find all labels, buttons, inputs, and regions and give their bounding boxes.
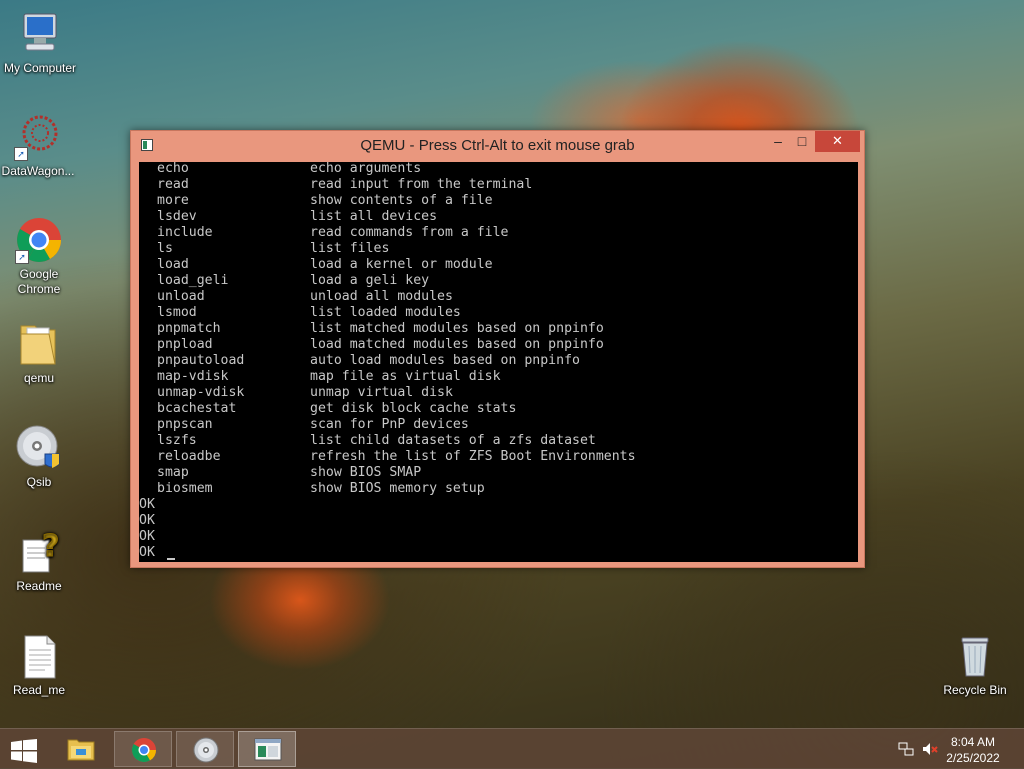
desktop-icon-label: qemu — [23, 371, 55, 385]
command-name: pnpmatch — [157, 321, 221, 336]
taskbar: 8:04 AM 2/25/2022 — [0, 728, 1024, 769]
recycle-bin-icon — [951, 632, 999, 680]
command-name: pnpscan — [157, 417, 213, 432]
desktop-icon-label: Recycle Bin — [943, 683, 1007, 697]
desktop-icon-qemu[interactable]: qemu — [0, 320, 79, 386]
network-glyph-icon — [898, 742, 914, 756]
network-icon[interactable] — [898, 741, 914, 757]
speaker-muted-glyph-icon — [923, 743, 938, 755]
command-description: unmap virtual disk — [310, 385, 453, 400]
command-description: refresh the list of ZFS Boot Environment… — [310, 449, 636, 464]
disc-icon — [15, 424, 63, 472]
datawagon-icon: ➚ — [14, 113, 62, 161]
desktop-icon-read-me[interactable]: Read_me — [0, 632, 79, 698]
svg-text:?: ? — [42, 529, 59, 564]
desktop-icon-label: Qsib — [26, 475, 52, 489]
taskbar-qemu[interactable] — [238, 731, 296, 767]
command-description: load a kernel or module — [310, 257, 493, 272]
ok-text: OK — [139, 529, 155, 544]
desktop-icon-label: DataWagon... — [1, 164, 75, 178]
command-description: read input from the terminal — [310, 177, 533, 192]
qemu-icon — [254, 738, 282, 761]
ok-text: OK — [139, 497, 155, 512]
command-name: include — [157, 225, 213, 240]
command-description: map file as virtual disk — [310, 369, 501, 384]
chrome-icon — [131, 738, 156, 763]
command-name: pnpload — [157, 337, 213, 352]
desktop-icon-label: Readme — [16, 579, 62, 593]
command-description: read commands from a file — [310, 225, 509, 240]
clock-time: 8:04 AM — [950, 735, 996, 749]
shortcut-arrow-icon: ➚ — [15, 250, 29, 264]
start-button[interactable] — [0, 731, 50, 767]
title-bar[interactable]: QEMU - Press Ctrl-Alt to exit mouse grab… — [131, 131, 864, 161]
command-description: list matched modules based on pnpinfo — [310, 321, 604, 336]
command-name: map-vdisk — [157, 369, 229, 384]
volume-muted-icon[interactable] — [922, 741, 938, 757]
command-description: list all devices — [310, 209, 438, 224]
folder-icon — [15, 320, 63, 368]
command-description: list child datasets of a zfs dataset — [310, 433, 596, 448]
command-name: lsdev — [157, 209, 197, 224]
desktop-icon-recycle-bin[interactable]: Recycle Bin — [935, 632, 1015, 698]
help-document-icon: ? — [15, 528, 63, 576]
command-description: auto load modules based on pnpinfo — [310, 353, 580, 368]
desktop-icon-label: Google Chrome — [17, 267, 61, 296]
command-name: unload — [157, 289, 205, 304]
command-description: show BIOS memory setup — [310, 481, 485, 496]
command-description: list loaded modules — [310, 305, 461, 320]
command-description: load matched modules based on pnpinfo — [310, 337, 604, 352]
command-name: load — [157, 257, 189, 272]
disc-icon — [193, 737, 219, 763]
windows-logo-icon — [11, 739, 37, 763]
computer-icon — [16, 10, 64, 58]
chrome-icon: ➚ — [15, 216, 63, 264]
command-name: smap — [157, 465, 189, 480]
ok-text: OK — [139, 513, 155, 528]
desktop-icon-label: Read_me — [12, 683, 66, 697]
desktop-icon-qsib[interactable]: Qsib — [0, 424, 79, 490]
desktop-icon-datawagon[interactable]: ➚ DataWagon... — [0, 113, 78, 179]
maximize-button[interactable]: □ — [789, 131, 815, 152]
command-description: list files — [310, 241, 390, 256]
qemu-window[interactable]: QEMU - Press Ctrl-Alt to exit mouse grab… — [130, 130, 865, 568]
command-name: ls — [157, 241, 173, 256]
command-name: load_geli — [157, 273, 229, 288]
vm-screen[interactable]: echo echo arguments read read input from th… — [139, 162, 858, 562]
desktop-icon-readme[interactable]: ? Readme — [0, 528, 79, 594]
command-description: unload all modules — [310, 289, 453, 304]
desktop-icon-my-computer[interactable]: My Computer — [0, 10, 80, 76]
text-cursor — [167, 558, 175, 560]
command-name: more — [157, 193, 189, 208]
command-name: bcachestat — [157, 401, 237, 416]
command-description: scan for PnP devices — [310, 417, 469, 432]
command-description: load a geli key — [310, 273, 430, 288]
taskbar-file-explorer[interactable] — [52, 731, 110, 767]
text-file-icon — [15, 632, 63, 680]
command-name: reloadbe — [157, 449, 221, 464]
file-explorer-icon — [67, 739, 95, 761]
command-name: pnpautoload — [157, 353, 245, 368]
window-title: QEMU - Press Ctrl-Alt to exit mouse grab — [360, 137, 635, 154]
clock[interactable]: 8:04 AM 2/25/2022 — [938, 734, 1008, 766]
command-name: biosmem — [157, 481, 213, 496]
command-description: show contents of a file — [310, 193, 493, 208]
close-button[interactable]: ✕ — [815, 131, 860, 152]
command-name: unmap-vdisk — [157, 385, 245, 400]
clock-date: 2/25/2022 — [946, 751, 1000, 765]
taskbar-disc[interactable] — [176, 731, 234, 767]
command-description: echo arguments — [310, 162, 422, 176]
shortcut-arrow-icon: ➚ — [14, 147, 28, 161]
command-name: lsmod — [157, 305, 197, 320]
command-name: lszfs — [157, 433, 197, 448]
ok-text: OK — [139, 545, 155, 560]
desktop-icon-label: My Computer — [3, 61, 77, 75]
command-name: read — [157, 177, 189, 192]
command-name: echo — [157, 162, 189, 176]
command-description: show BIOS SMAP — [310, 465, 422, 480]
desktop-icon-google-chrome[interactable]: ➚ Google Chrome — [0, 216, 79, 297]
taskbar-chrome[interactable] — [114, 731, 172, 767]
minimize-button[interactable]: – — [765, 131, 791, 152]
command-description: get disk block cache stats — [310, 401, 517, 416]
